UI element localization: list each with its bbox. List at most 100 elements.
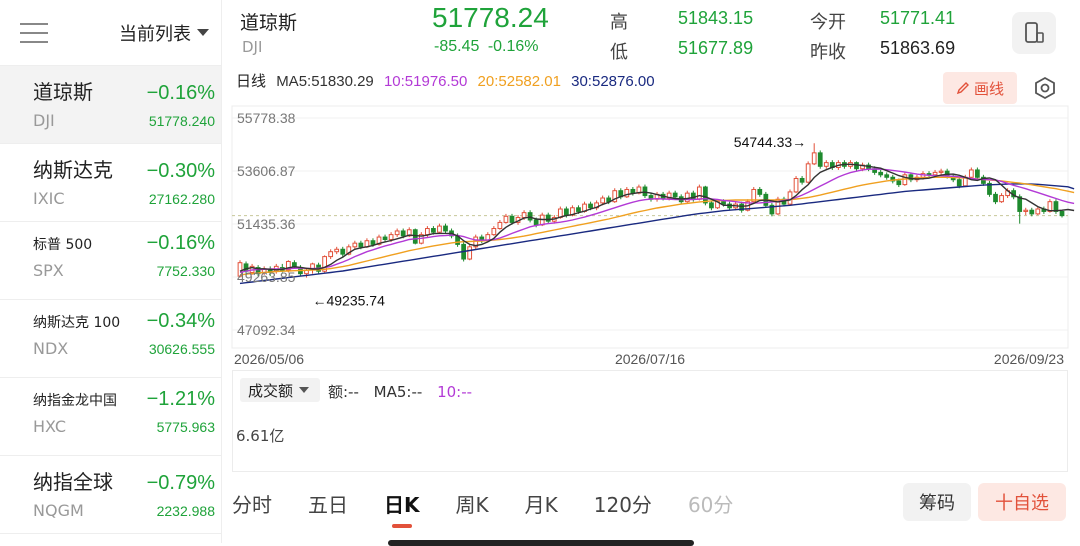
sidebar-item[interactable]: 纳指全球 −0.79% NQGM 2232.988 [0,456,221,534]
candle-body [412,229,418,244]
sidebar-item-name: 纳指全球 [33,470,113,494]
sidebar-item-value: 5775.963 [156,418,215,435]
candle-body [823,162,829,167]
candle-body [533,219,539,226]
candle-body [1035,208,1041,215]
candle-body [576,207,581,212]
candle-body [340,248,346,255]
candle-body [1017,196,1023,212]
volume-ma10: 10:-- [437,383,473,401]
sidebar-item-pct: −1.21% [146,388,215,410]
y-tick-label: 53606.87 [237,163,296,179]
candle-body [1023,209,1029,212]
candle-body [545,214,551,222]
period-tab[interactable]: 五日 [308,489,348,518]
candle-body [684,192,690,203]
candle-body [884,174,890,178]
candle-body [491,228,497,236]
y-tick-label: 55778.38 [237,110,296,126]
candle-body [993,193,998,203]
candle-body [328,251,334,258]
candle-body [896,180,902,186]
candle-body [509,215,515,223]
candle-body [588,203,593,209]
candle-body [811,152,817,165]
sidebar-item-value: 2232.988 [156,502,215,519]
period-tabs: 分时 五日 日K 周K 月K 120分 60分 [232,478,772,528]
candle-body [696,186,702,200]
min-price-annotation: ←49235.74 [312,293,385,309]
period-tab[interactable]: 60分 [688,489,733,518]
candle-body [709,202,714,209]
period-tab[interactable]: 120分 [594,489,652,518]
candle-body [1029,209,1035,215]
candle-body [630,188,636,194]
candle-body [793,177,799,193]
candle-body [642,186,648,197]
x-tick-label: 2026/07/16 [615,351,685,367]
candle-body [527,212,533,221]
candle-body [938,170,944,173]
candle-body [721,201,726,205]
y-tick-label: 47092.34 [237,322,296,338]
period-tab[interactable]: 分时 [232,489,272,518]
candle-body [787,191,793,205]
sidebar-item-name: 纳指金龙中国 [33,393,117,409]
candle-body [1059,210,1065,217]
volume-max-label: 6.61亿 [236,427,285,445]
candle-body [292,262,297,267]
candle-body [388,234,394,241]
candle-body [521,212,527,219]
candle-body [968,169,974,178]
volume-ma5: MA5:-- [373,383,423,401]
sidebar-item-code: HXC [33,417,66,436]
candle-body [999,195,1004,203]
sidebar-item[interactable]: 纳指金龙中国 −1.21% HXC 5775.963 [0,378,221,456]
period-tab[interactable]: 月K [525,489,558,518]
volume-legend: 额:-- MA5:-- 10:-- [328,381,482,402]
candle-body [703,186,708,204]
ma5-line [239,163,1075,272]
x-tick-label: 2026/09/23 [994,351,1064,367]
candle-body [600,197,606,204]
candle-body [443,225,448,232]
volume-amount: 额:-- [328,383,359,401]
period-tab[interactable]: 周K [456,489,489,518]
candle-body [431,228,436,233]
candle-body [956,179,962,187]
candle-body [503,215,509,223]
y-tick-label: 51435.36 [237,216,296,232]
y-tick-label: 49263.85 [237,269,296,285]
chart-frame [231,105,1069,349]
candle-body [878,171,884,176]
candlestick-chart[interactable]: 55778.38 53606.87 51435.36 49263.85 47092.34… [0,0,1080,372]
x-tick-label: 2026/05/06 [234,351,304,367]
max-price-annotation: 54744.33→ [734,134,806,150]
candle-body [358,242,364,248]
sidebar-item-code: NQGM [33,501,84,520]
candle-body [467,246,473,260]
chips-button[interactable]: 筹码 [903,483,971,521]
candle-body [975,169,980,178]
home-indicator [388,540,694,546]
candle-body [400,230,406,237]
candle-body [382,236,388,241]
add-watchlist-button[interactable]: 十自选 [978,483,1066,521]
candle-body [932,171,938,176]
volume-indicator-label: 成交额 [248,381,294,400]
candle-body [799,177,805,183]
candle-body [370,240,376,245]
volume-indicator-select[interactable]: 成交额 [240,378,320,402]
candle-body [424,228,430,236]
candle-body [334,248,340,253]
candle-body [805,163,811,183]
chevron-down-icon [299,387,310,393]
period-tab[interactable]: 日K [384,489,420,528]
candle-body [757,188,763,195]
sidebar-item-pct: −0.79% [146,472,215,494]
candle-body [817,152,823,167]
candle-body [437,225,442,233]
candle-body [352,242,358,248]
candle-body [497,221,503,230]
candle-body [564,208,569,216]
